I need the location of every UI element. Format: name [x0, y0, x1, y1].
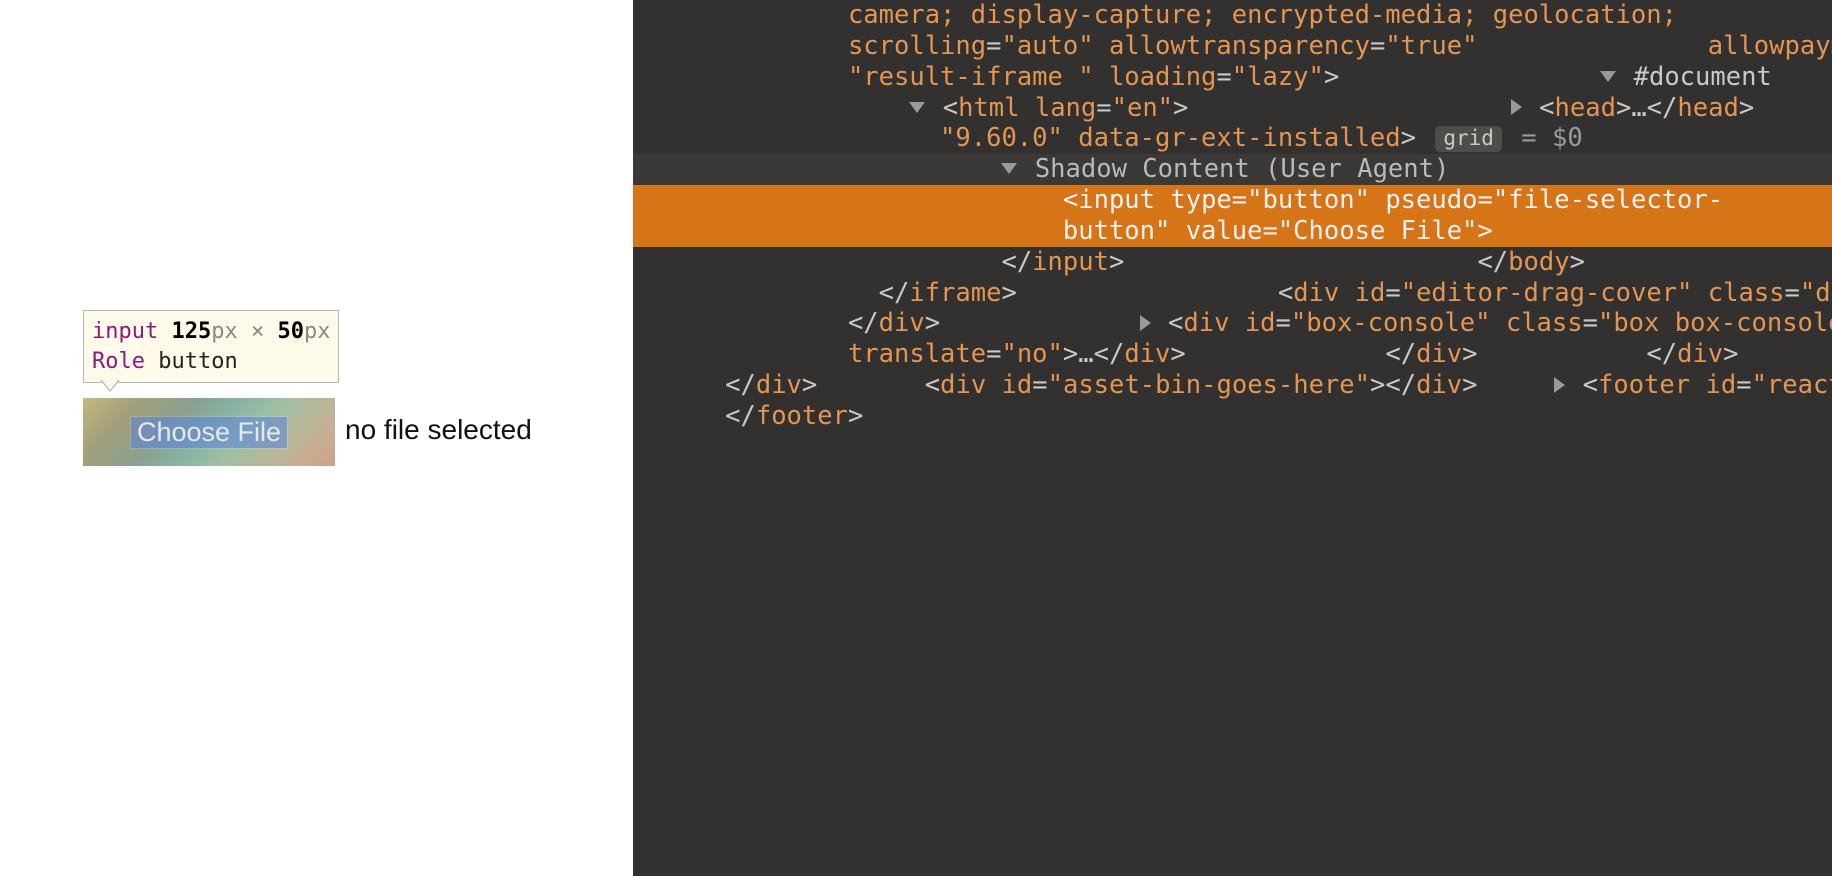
disclosure-triangle-right-icon[interactable] — [1554, 377, 1565, 393]
dom-line[interactable]: </div> — [633, 308, 940, 338]
dom-line[interactable]: <div id="editor-drag-cover" class="drag-… — [1032, 278, 1832, 308]
dom-shadow-line[interactable]: Shadow Content (User Agent) — [633, 154, 1832, 185]
tooltip-role-label: Role — [92, 349, 145, 374]
dom-line[interactable]: <input type="file"> — [1598, 123, 1832, 153]
dom-line[interactable]: <body translate="no" data-new-gr-c-s-che… — [1770, 93, 1832, 123]
tooltip-element-name: input — [92, 319, 158, 344]
dom-line[interactable]: <div id="asset-bin-goes-here"></div> — [833, 370, 1478, 400]
disclosure-triangle-down-icon[interactable] — [1600, 71, 1616, 82]
dom-line: allowpaymentrequest="true" allowfullscre… — [1493, 31, 1832, 61]
tooltip-width-num: 125 — [171, 319, 211, 344]
dom-line[interactable]: </html> — [1600, 247, 1832, 277]
tooltip-tail — [100, 380, 120, 392]
dom-line[interactable]: </body> — [1140, 247, 1585, 277]
dom-line[interactable]: <!DOCTYPE html> — [1787, 62, 1832, 92]
tooltip-height-num: 50 — [277, 319, 304, 344]
dom-line[interactable]: </iframe> — [633, 278, 1017, 308]
file-selector-button-label: Choose File — [131, 417, 287, 448]
dom-line: "result-iframe " loading="lazy"> — [633, 62, 1339, 92]
disclosure-triangle-right-icon[interactable] — [1140, 315, 1151, 331]
dom-line[interactable]: "9.60.0" data-gr-ext-installed> grid = $… — [633, 123, 1583, 153]
dom-line[interactable]: translate="no">…</div> — [633, 339, 1186, 369]
file-selector-button[interactable]: Choose File — [83, 398, 335, 466]
tooltip-width-unit: px — [211, 319, 238, 344]
disclosure-triangle-right-icon[interactable] — [1511, 99, 1522, 115]
dom-line[interactable]: <head>…</head> — [1204, 93, 1754, 123]
inspect-tooltip: input 125px × 50px Role button — [83, 310, 339, 383]
dom-line: gyroscope; microphone; midi; payment; we… — [1692, 0, 1832, 30]
dom-line[interactable]: <footer id="react-pen-footer" class="sit… — [1493, 370, 1832, 400]
dom-line[interactable]: </div> — [1754, 339, 1832, 369]
dom-line[interactable]: </input> — [633, 247, 1124, 277]
disclosure-triangle-down-icon[interactable] — [909, 102, 925, 113]
dom-line: camera; display-capture; encrypted-media… — [633, 0, 1677, 30]
file-selector-status: no file selected — [345, 414, 532, 446]
dom-line[interactable]: </div> — [1493, 339, 1739, 369]
dom-line: scrolling="auto" allowtransparency="true… — [633, 31, 1477, 61]
dom-line[interactable]: <html lang="en"> — [633, 93, 1188, 123]
devtools-elements-panel[interactable]: camera; display-capture; encrypted-media… — [633, 0, 1832, 876]
rendered-preview-pane: input 125px × 50px Role button Choose Fi… — [0, 0, 633, 876]
disclosure-triangle-down-icon[interactable] — [1001, 163, 1017, 174]
dom-selected-line[interactable]: button" value="Choose File"> — [633, 216, 1832, 247]
dom-line[interactable]: </footer> — [633, 401, 863, 431]
grid-badge[interactable]: grid — [1435, 126, 1502, 151]
dom-line[interactable]: </div> — [633, 370, 817, 400]
dom-line[interactable]: </div> — [1201, 339, 1477, 369]
console-ref: = $0 — [1521, 123, 1582, 153]
tooltip-height-unit: px — [304, 319, 331, 344]
tooltip-role-value: button — [158, 349, 237, 374]
dom-line[interactable]: #document — [1355, 62, 1772, 92]
tooltip-times: × — [251, 319, 264, 344]
dom-line[interactable]: <div id="box-console" class="box box-con… — [955, 308, 1832, 338]
dom-selected-line[interactable]: <input type="button" pseudo="file-select… — [633, 185, 1832, 216]
